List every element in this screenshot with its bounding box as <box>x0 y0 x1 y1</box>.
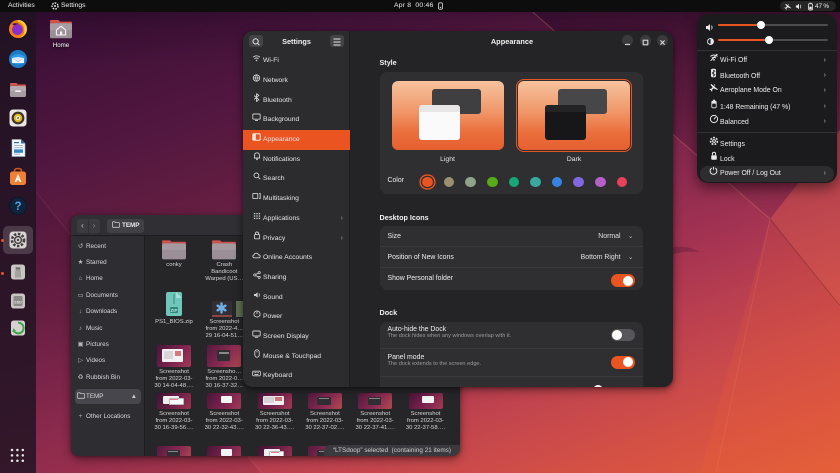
svg-text:SSD: SSD <box>14 301 22 305</box>
svg-text:ZIP: ZIP <box>170 308 177 313</box>
svg-text:?: ? <box>14 201 21 213</box>
